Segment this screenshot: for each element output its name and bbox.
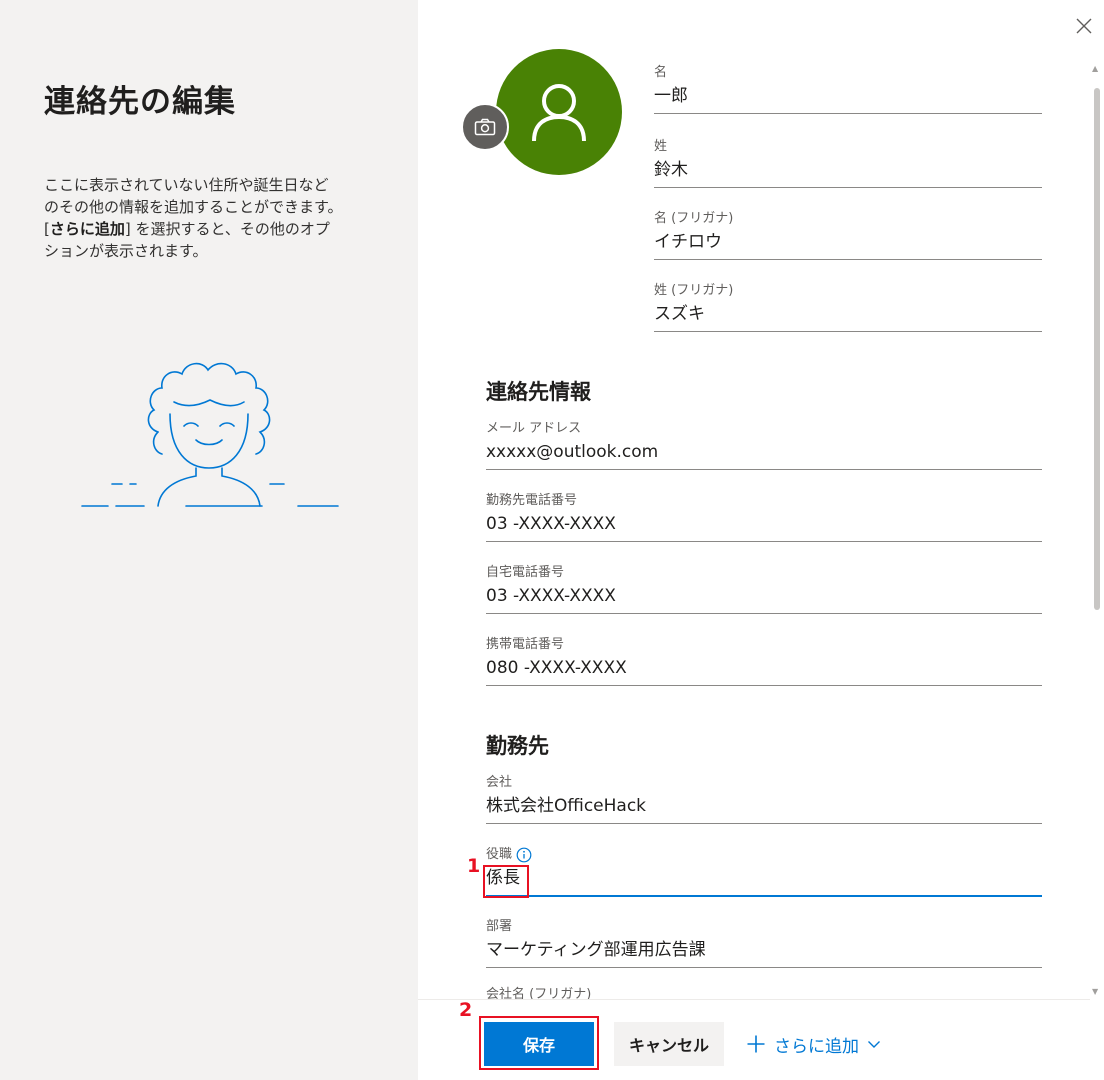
field-label: 姓 (フリガナ) [654,283,734,298]
field-label: 名 [654,65,668,80]
scroll-thumb[interactable] [1094,88,1100,610]
mobile-phone-field[interactable]: 携帯電話番号 080 -XXXX-XXXX [486,636,1042,686]
step-2-label: 2 [459,999,473,1021]
chevron-down-icon [868,1041,880,1048]
person-icon [532,84,586,142]
field-value[interactable]: マーケティング部運用広告課 [486,936,1042,968]
work-phone-field[interactable]: 勤務先電話番号 03 -XXXX-XXXX [486,492,1042,542]
company-field[interactable]: 会社 株式会社OfficeHack [486,774,1042,824]
first-name-kana-field[interactable]: 名 (フリガナ) イチロウ [654,210,1042,260]
description-line-1: ここに表示されていない住所や誕生日など [44,176,329,194]
field-label: メール アドレス [486,421,582,436]
field-value[interactable]: 係長 [486,864,1042,897]
info-icon[interactable] [516,847,532,863]
field-label: 携帯電話番号 [486,637,565,652]
field-value[interactable]: 080 -XXXX-XXXX [486,654,1042,686]
scrollbar[interactable]: ▲ ▼ [1090,60,1104,1000]
scroll-up-icon[interactable]: ▲ [1092,64,1098,73]
field-label: 部署 [486,919,513,934]
home-phone-field[interactable]: 自宅電話番号 03 -XXXX-XXXX [486,564,1042,614]
close-button[interactable] [1070,12,1098,40]
footer-divider [418,999,1090,1000]
plus-icon [747,1035,765,1053]
page-title: 連絡先の編集 [44,84,236,120]
cancel-button[interactable]: キャンセル [614,1022,724,1066]
first-name-field[interactable]: 名 一郎 [654,64,1042,114]
add-more-button[interactable]: さらに追加 [746,1028,881,1060]
add-more-label: さらに追加 [774,1036,859,1057]
close-icon [1076,18,1092,34]
step-1-label: 1 [467,855,481,877]
field-value[interactable]: イチロウ [654,228,1042,260]
department-field[interactable]: 部署 マーケティング部運用広告課 [486,918,1042,968]
field-value[interactable]: スズキ [654,300,1042,332]
field-label: 会社 [486,775,513,790]
camera-icon [474,118,496,136]
change-photo-button[interactable] [461,103,509,151]
field-value[interactable]: 株式会社OfficeHack [486,792,1042,824]
field-label: 姓 [654,139,668,154]
avatar [496,49,622,175]
person-illustration [81,362,339,507]
highlight-save-button [479,1016,599,1070]
sidebar-description: ここに表示されていない住所や誕生日など のその他の情報を追加することができます。… [44,174,384,262]
field-label: 勤務先電話番号 [486,493,578,508]
field-value[interactable]: 03 -XXXX-XXXX [486,510,1042,542]
job-title-label: 役職 [486,847,513,862]
field-value[interactable]: 03 -XXXX-XXXX [486,582,1042,614]
last-name-kana-field[interactable]: 姓 (フリガナ) スズキ [654,282,1042,332]
field-value[interactable]: 鈴木 [654,156,1042,188]
description-bold-add-more: さらに追加 [49,220,125,238]
sidebar-panel: 連絡先の編集 ここに表示されていない住所や誕生日など のその他の情報を追加するこ… [0,0,418,1080]
work-heading: 勤務先 [486,734,549,758]
field-label: 役職 [486,846,1042,864]
description-line-4: ションが表示されます。 [44,242,208,260]
field-value[interactable]: 一郎 [654,82,1042,114]
contact-info-heading: 連絡先情報 [486,380,591,404]
job-title-field[interactable]: 役職 係長 [486,846,1042,897]
last-name-field[interactable]: 姓 鈴木 [654,138,1042,188]
email-field[interactable]: メール アドレス xxxxx@outlook.com [486,420,1042,470]
description-line-3: [さらに追加] を選択すると、その他のオプ [44,220,330,238]
field-value[interactable]: xxxxx@outlook.com [486,438,1042,470]
field-label: 自宅電話番号 [486,565,565,580]
description-line-2: のその他の情報を追加することができます。 [44,198,343,216]
scroll-down-icon[interactable]: ▼ [1092,987,1098,996]
field-label: 名 (フリガナ) [654,211,734,226]
highlight-job-title-value [483,865,529,898]
